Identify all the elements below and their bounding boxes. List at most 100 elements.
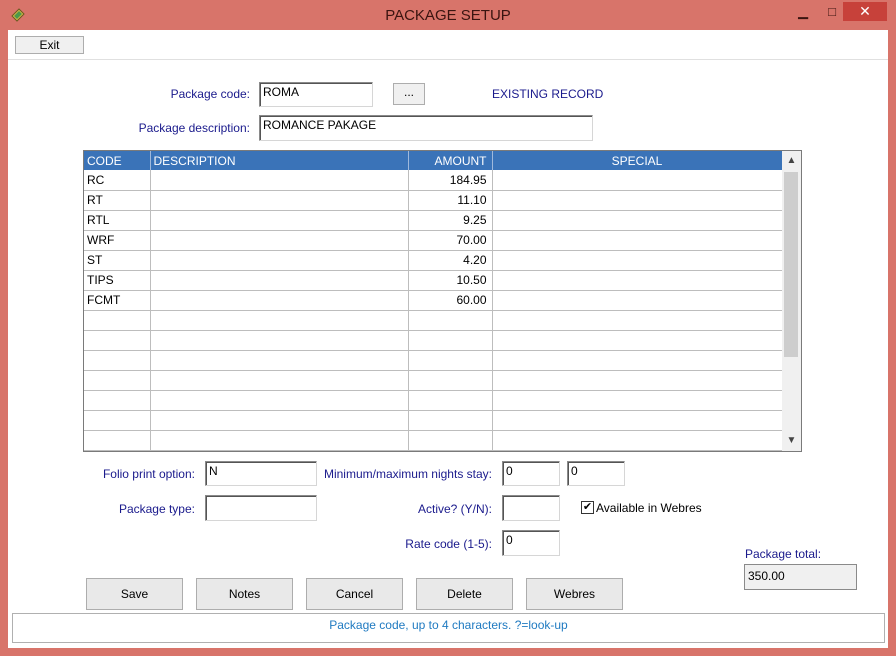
cell-description[interactable] (150, 430, 409, 451)
cell-amount[interactable] (408, 410, 493, 431)
exit-button[interactable]: Exit (15, 36, 84, 54)
cell-description[interactable] (150, 370, 409, 391)
cell-amount[interactable]: 4.20 (408, 250, 493, 271)
cell-amount[interactable] (408, 390, 493, 411)
cell-description[interactable] (150, 410, 409, 431)
cell-code[interactable]: RC (84, 170, 151, 191)
cell-amount[interactable]: 60.00 (408, 290, 493, 311)
cell-special[interactable] (492, 390, 783, 411)
cell-code[interactable]: FCMT (84, 290, 151, 311)
max-nights-input[interactable]: 0 (567, 461, 625, 486)
cell-special[interactable] (492, 230, 783, 251)
cell-amount[interactable] (408, 430, 493, 451)
table-row[interactable] (84, 430, 783, 451)
table-row[interactable] (84, 390, 783, 411)
delete-button[interactable]: Delete (416, 578, 513, 610)
grid-scrollbar[interactable]: ▲ ▼ (782, 150, 802, 452)
lookup-button[interactable]: ... (393, 83, 425, 105)
cell-amount[interactable] (408, 330, 493, 351)
cell-code[interactable]: RTL (84, 210, 151, 231)
rate-code-input[interactable]: 0 (502, 530, 560, 556)
cell-special[interactable] (492, 250, 783, 271)
cell-code[interactable] (84, 310, 151, 331)
active-input[interactable] (502, 495, 560, 521)
cell-description[interactable] (150, 330, 409, 351)
cell-code[interactable]: ST (84, 250, 151, 271)
webres-checkbox[interactable]: ✔ (581, 501, 594, 514)
cell-code[interactable]: TIPS (84, 270, 151, 291)
column-header-description[interactable]: DESCRIPTION (150, 151, 409, 170)
cell-code[interactable] (84, 370, 151, 391)
cell-special[interactable] (492, 210, 783, 231)
table-row[interactable]: ST 4.20 (84, 250, 783, 271)
table-row[interactable]: RT 11.10 (84, 190, 783, 211)
cell-special[interactable] (492, 350, 783, 371)
package-code-input[interactable]: ROMA (259, 82, 373, 107)
cell-amount[interactable]: 11.10 (408, 190, 493, 211)
table-row[interactable]: TIPS 10.50 (84, 270, 783, 291)
table-row[interactable]: WRF 70.00 (84, 230, 783, 251)
cell-amount[interactable]: 184.95 (408, 170, 493, 191)
package-description-input[interactable]: ROMANCE PAKAGE (259, 115, 593, 141)
maximize-button[interactable]: □ (822, 4, 842, 22)
webres-button[interactable]: Webres (526, 578, 623, 610)
table-row[interactable] (84, 350, 783, 371)
column-header-code[interactable]: CODE (84, 151, 151, 170)
scroll-thumb[interactable] (784, 172, 798, 357)
table-row[interactable] (84, 370, 783, 391)
table-row[interactable]: RC 184.95 (84, 170, 783, 191)
column-header-amount[interactable]: AMOUNT (408, 151, 493, 170)
table-row[interactable]: RTL 9.25 (84, 210, 783, 231)
cell-special[interactable] (492, 270, 783, 291)
cell-amount[interactable]: 10.50 (408, 270, 493, 291)
cell-code[interactable] (84, 330, 151, 351)
cell-amount[interactable] (408, 370, 493, 391)
min-max-nights-label: Minimum/maximum nights stay: (323, 467, 492, 481)
cell-special[interactable] (492, 370, 783, 391)
cell-description[interactable] (150, 350, 409, 371)
cell-description[interactable] (150, 210, 409, 231)
cell-description[interactable] (150, 390, 409, 411)
cell-description[interactable] (150, 270, 409, 291)
cell-description[interactable] (150, 250, 409, 271)
column-header-special[interactable]: SPECIAL (492, 151, 783, 170)
cell-amount[interactable] (408, 310, 493, 331)
cell-special[interactable] (492, 310, 783, 331)
status-message: Package code, up to 4 characters. ?=look… (12, 613, 885, 643)
cell-code[interactable] (84, 410, 151, 431)
folio-print-input[interactable]: N (205, 461, 317, 486)
scroll-up-icon[interactable]: ▲ (782, 151, 801, 171)
cell-description[interactable] (150, 290, 409, 311)
cell-code[interactable] (84, 390, 151, 411)
cell-code[interactable]: WRF (84, 230, 151, 251)
cell-description[interactable] (150, 230, 409, 251)
save-button[interactable]: Save (86, 578, 183, 610)
cell-amount[interactable]: 70.00 (408, 230, 493, 251)
cell-description[interactable] (150, 170, 409, 191)
cell-special[interactable] (492, 410, 783, 431)
cell-amount[interactable] (408, 350, 493, 371)
table-row[interactable]: FCMT 60.00 (84, 290, 783, 311)
min-nights-input[interactable]: 0 (502, 461, 560, 486)
minimize-button[interactable]: ▁ (793, 4, 813, 22)
notes-button[interactable]: Notes (196, 578, 293, 610)
cell-special[interactable] (492, 430, 783, 451)
table-row[interactable] (84, 310, 783, 331)
package-type-input[interactable] (205, 495, 317, 521)
cell-code[interactable] (84, 430, 151, 451)
table-row[interactable] (84, 410, 783, 431)
cell-description[interactable] (150, 310, 409, 331)
cell-special[interactable] (492, 190, 783, 211)
cell-code[interactable]: RT (84, 190, 151, 211)
table-row[interactable] (84, 330, 783, 351)
cell-amount[interactable]: 9.25 (408, 210, 493, 231)
cell-special[interactable] (492, 330, 783, 351)
scroll-down-icon[interactable]: ▼ (782, 431, 801, 451)
cell-code[interactable] (84, 350, 151, 371)
cell-special[interactable] (492, 170, 783, 191)
webres-checkbox-label[interactable]: Available in Webres (596, 501, 702, 515)
close-button[interactable]: ✕ (843, 2, 887, 21)
cell-special[interactable] (492, 290, 783, 311)
cancel-button[interactable]: Cancel (306, 578, 403, 610)
cell-description[interactable] (150, 190, 409, 211)
